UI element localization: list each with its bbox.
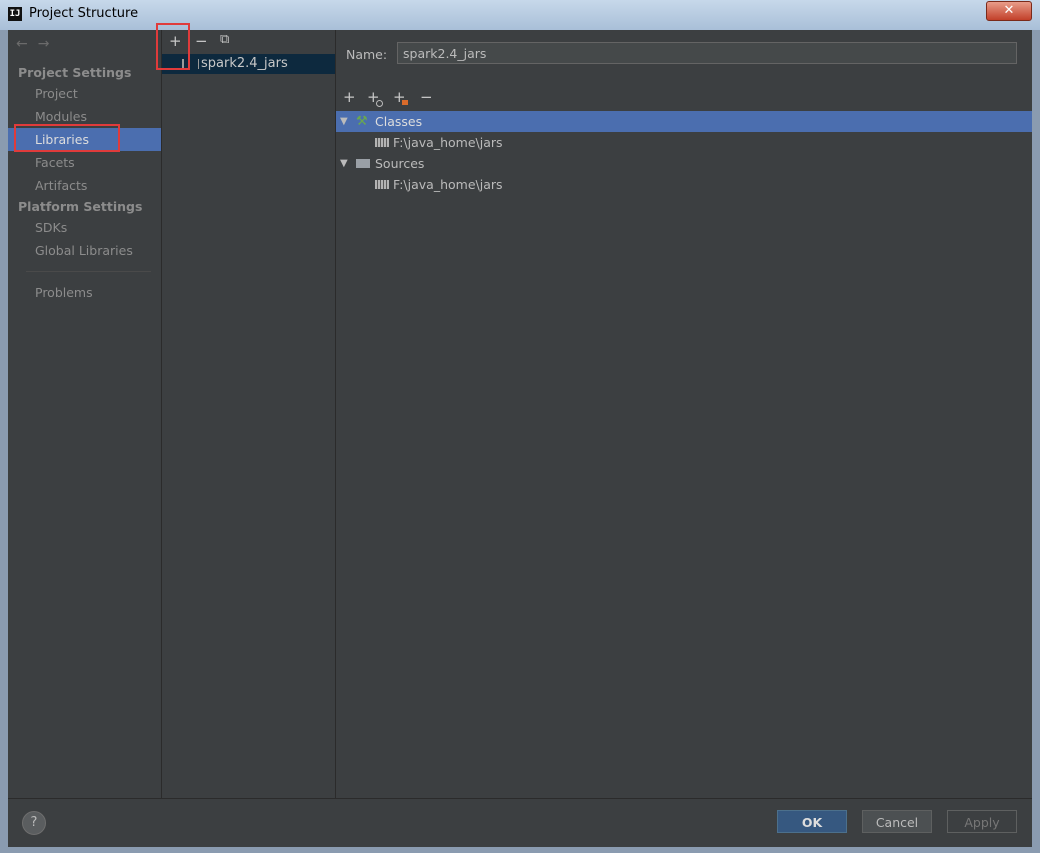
cancel-button[interactable]: Cancel: [862, 810, 932, 833]
close-button[interactable]: ✕: [986, 1, 1032, 21]
gear-badge-icon: [376, 100, 383, 107]
jar-badge-icon: [402, 100, 408, 105]
window-title: Project Structure: [29, 6, 139, 21]
library-item-label: spark2.4_jars: [201, 56, 288, 71]
classes-hammer-icon: ⚒: [356, 114, 368, 129]
tree-label-classes: Classes: [375, 114, 423, 129]
title-bar: IJ Project Structure ✕: [0, 0, 1040, 30]
tree-node-classes-path[interactable]: F:\java_home\jars: [336, 132, 1032, 153]
tree-node-classes[interactable]: ▼ ⚒ Classes: [336, 111, 1032, 132]
tree-label-sources: Sources: [375, 156, 425, 171]
library-icon: [182, 59, 199, 69]
tree-node-sources-path[interactable]: F:\java_home\jars: [336, 174, 1032, 195]
expanded-arrow-icon[interactable]: ▼: [340, 111, 348, 132]
sidebar-item-project[interactable]: Project: [8, 82, 161, 105]
library-name-field[interactable]: spark2.4_jars: [397, 42, 1017, 64]
expanded-arrow-icon[interactable]: ▼: [340, 153, 348, 174]
dialog-body: ←→ Project Settings Project Modules Libr…: [8, 30, 1032, 847]
copy-library-icon[interactable]: ⧉: [220, 32, 229, 47]
dialog-footer: ? OK Cancel Apply: [8, 798, 1032, 847]
library-list-item[interactable]: spark2.4_jars: [162, 54, 335, 74]
help-button[interactable]: ?: [22, 811, 46, 835]
remove-root-icon[interactable]: −: [420, 88, 433, 106]
library-detail-panel: Name: spark2.4_jars + + + − ▼ ⚒ Classes …: [336, 30, 1032, 798]
tree-node-sources[interactable]: ▼ Sources: [336, 153, 1032, 174]
add-root-icon[interactable]: +: [343, 88, 356, 106]
tree-label-sources-path: F:\java_home\jars: [393, 177, 503, 192]
sidebar-divider: [26, 271, 151, 272]
sidebar-item-problems[interactable]: Problems: [8, 281, 161, 304]
sidebar-item-facets[interactable]: Facets: [8, 151, 161, 174]
platform-settings-header: Platform Settings: [18, 199, 143, 214]
sidebar-item-modules[interactable]: Modules: [8, 105, 161, 128]
add-library-icon[interactable]: +: [169, 32, 182, 50]
jar-directory-icon: [375, 180, 389, 189]
project-settings-header: Project Settings: [18, 65, 132, 80]
settings-sidebar: ←→ Project Settings Project Modules Libr…: [8, 30, 162, 798]
ok-button[interactable]: OK: [777, 810, 847, 833]
jar-directory-icon: [375, 138, 389, 147]
sidebar-item-artifacts[interactable]: Artifacts: [8, 174, 161, 197]
nav-arrows: ←→: [16, 36, 59, 52]
sidebar-item-global-libraries[interactable]: Global Libraries: [8, 239, 161, 262]
sidebar-item-sdks[interactable]: SDKs: [8, 216, 161, 239]
libraries-list-panel: + − ⧉ spark2.4_jars: [162, 30, 336, 798]
sidebar-item-libraries[interactable]: Libraries: [8, 128, 161, 151]
tree-label-classes-path: F:\java_home\jars: [393, 135, 503, 150]
apply-button[interactable]: Apply: [947, 810, 1017, 833]
remove-library-icon[interactable]: −: [195, 32, 208, 50]
name-label: Name:: [346, 47, 388, 62]
forward-arrow-icon[interactable]: →: [38, 36, 60, 52]
sources-folder-icon: [356, 159, 370, 168]
back-arrow-icon[interactable]: ←: [16, 36, 38, 52]
intellij-app-icon: IJ: [8, 7, 22, 21]
